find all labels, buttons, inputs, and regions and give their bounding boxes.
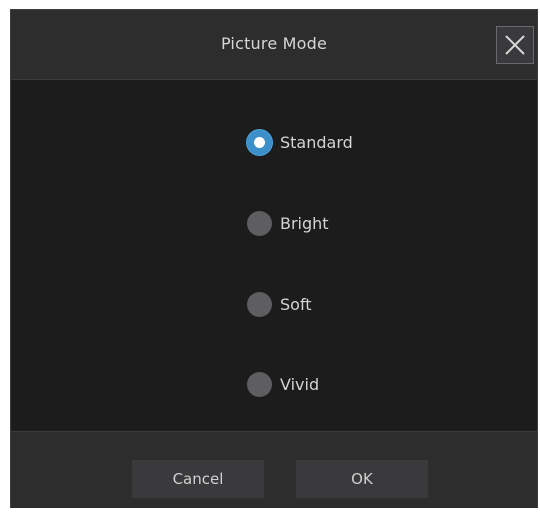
option-label-bright: Bright: [280, 213, 329, 233]
dialog-title: Picture Mode: [220, 34, 328, 53]
close-button[interactable]: [496, 26, 534, 64]
dialog-header: Picture Mode: [11, 10, 537, 80]
option-vivid[interactable]: Vivid: [247, 369, 319, 399]
cancel-button[interactable]: Cancel: [132, 460, 264, 498]
option-soft[interactable]: Soft: [247, 289, 312, 319]
close-icon: [505, 35, 525, 55]
option-label-standard: Standard: [280, 132, 353, 152]
radio-standard[interactable]: [247, 129, 272, 155]
radio-soft[interactable]: [247, 291, 272, 317]
radio-vivid[interactable]: [247, 371, 272, 397]
option-label-vivid: Vivid: [280, 374, 320, 394]
option-label-soft: Soft: [280, 294, 312, 314]
radio-bright[interactable]: [247, 210, 272, 236]
option-bright[interactable]: Bright: [247, 208, 329, 238]
dialog-footer: Cancel OK: [11, 431, 537, 508]
picture-mode-options: Standard Bright Soft Vivid: [11, 81, 537, 431]
picture-mode-dialog: Picture Mode Standard Bright Soft Vivid …: [10, 9, 538, 508]
option-standard[interactable]: Standard: [247, 127, 353, 157]
ok-button[interactable]: OK: [296, 460, 428, 498]
